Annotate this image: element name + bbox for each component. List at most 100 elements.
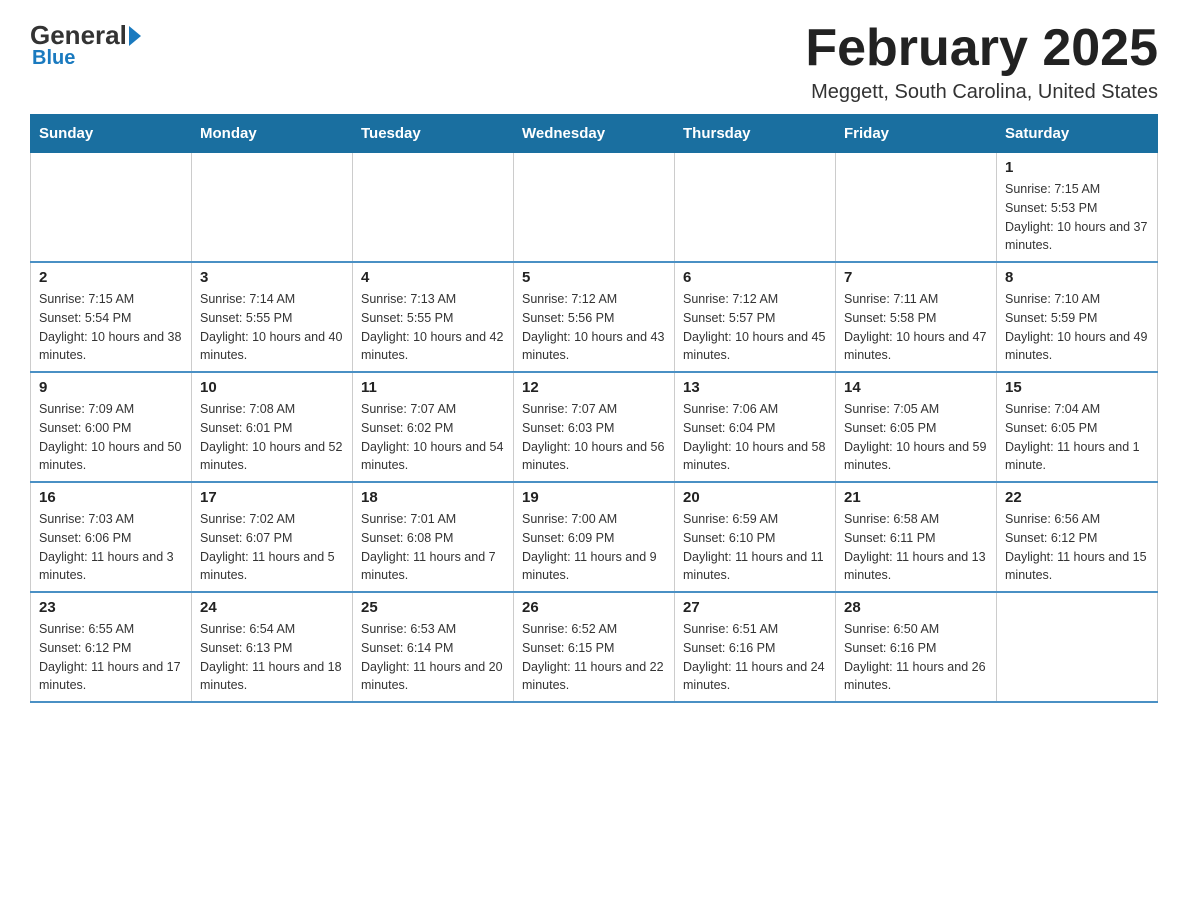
calendar-week-row: 2Sunrise: 7:15 AMSunset: 5:54 PMDaylight…	[31, 262, 1158, 372]
table-row: 20 Sunrise: 6:59 AMSunset: 6:10 PMDayligh…	[675, 482, 836, 592]
day-info: Sunrise: 6:59 AMSunset: 6:10 PMDaylight:…	[683, 510, 827, 585]
day-info: Sunrise: 7:05 AMSunset: 6:05 PMDaylight:…	[844, 400, 988, 475]
day-info: Sunrise: 7:08 AMSunset: 6:01 PMDaylight:…	[200, 400, 344, 475]
title-area: February 2025 Meggett, South Carolina, U…	[805, 20, 1158, 104]
col-monday: Monday	[192, 115, 353, 153]
day-info: Sunrise: 7:07 AMSunset: 6:02 PMDaylight:…	[361, 400, 505, 475]
day-number: 8	[1005, 269, 1149, 286]
day-number: 5	[522, 269, 666, 286]
day-info: Sunrise: 7:12 AMSunset: 5:57 PMDaylight:…	[683, 290, 827, 365]
day-number: 26	[522, 599, 666, 616]
day-info: Sunrise: 7:12 AMSunset: 5:56 PMDaylight:…	[522, 290, 666, 365]
day-info: Sunrise: 7:09 AMSunset: 6:00 PMDaylight:…	[39, 400, 183, 475]
table-row: 21 Sunrise: 6:58 AMSunset: 6:11 PMDayligh…	[836, 482, 997, 592]
day-info: Sunrise: 7:04 AMSunset: 6:05 PMDaylight:…	[1005, 400, 1149, 475]
day-info: Sunrise: 7:02 AMSunset: 6:07 PMDaylight:…	[200, 510, 344, 585]
day-info: Sunrise: 7:07 AMSunset: 6:03 PMDaylight:…	[522, 400, 666, 475]
day-info: Sunrise: 7:11 AMSunset: 5:58 PMDaylight:…	[844, 290, 988, 365]
day-number: 18	[361, 489, 505, 506]
calendar-week-row: 1 Sunrise: 7:15 AMSunset: 5:53 PMDaylight…	[31, 153, 1158, 263]
page-header: General Blue February 2025 Meggett, Sout…	[30, 20, 1158, 104]
table-row	[353, 153, 514, 263]
table-row: 7 Sunrise: 7:11 AMSunset: 5:58 PMDaylight…	[836, 262, 997, 372]
day-info: Sunrise: 6:50 AMSunset: 6:16 PMDaylight:…	[844, 620, 988, 695]
month-title: February 2025	[805, 20, 1158, 77]
day-number: 11	[361, 379, 505, 396]
table-row: 16 Sunrise: 7:03 AMSunset: 6:06 PMDayligh…	[31, 482, 192, 592]
calendar-week-row: 9Sunrise: 7:09 AMSunset: 6:00 PMDaylight…	[31, 372, 1158, 482]
col-thursday: Thursday	[675, 115, 836, 153]
day-number: 14	[844, 379, 988, 396]
table-row	[192, 153, 353, 263]
day-number: 24	[200, 599, 344, 616]
table-row: 12 Sunrise: 7:07 AMSunset: 6:03 PMDayligh…	[514, 372, 675, 482]
table-row	[31, 153, 192, 263]
table-row: 14 Sunrise: 7:05 AMSunset: 6:05 PMDayligh…	[836, 372, 997, 482]
table-row	[514, 153, 675, 263]
table-row: 18Sunrise: 7:01 AMSunset: 6:08 PMDayligh…	[353, 482, 514, 592]
table-row: 6 Sunrise: 7:12 AMSunset: 5:57 PMDaylight…	[675, 262, 836, 372]
logo: General Blue	[30, 20, 145, 70]
day-info: Sunrise: 7:15 AMSunset: 5:54 PMDaylight:…	[39, 290, 183, 365]
day-info: Sunrise: 6:52 AMSunset: 6:15 PMDaylight:…	[522, 620, 666, 695]
table-row: 11 Sunrise: 7:07 AMSunset: 6:02 PMDayligh…	[353, 372, 514, 482]
calendar-week-row: 23 Sunrise: 6:55 AMSunset: 6:12 PMDayligh…	[31, 592, 1158, 702]
day-number: 10	[200, 379, 344, 396]
day-info: Sunrise: 6:51 AMSunset: 6:16 PMDaylight:…	[683, 620, 827, 695]
day-number: 6	[683, 269, 827, 286]
table-row: 17Sunrise: 7:02 AMSunset: 6:07 PMDayligh…	[192, 482, 353, 592]
day-number: 16	[39, 489, 183, 506]
day-number: 21	[844, 489, 988, 506]
table-row: 15 Sunrise: 7:04 AMSunset: 6:05 PMDayligh…	[997, 372, 1158, 482]
table-row: 26 Sunrise: 6:52 AMSunset: 6:15 PMDayligh…	[514, 592, 675, 702]
table-row: 10 Sunrise: 7:08 AMSunset: 6:01 PMDayligh…	[192, 372, 353, 482]
col-tuesday: Tuesday	[353, 115, 514, 153]
day-number: 27	[683, 599, 827, 616]
day-info: Sunrise: 6:58 AMSunset: 6:11 PMDaylight:…	[844, 510, 988, 585]
table-row: 22 Sunrise: 6:56 AMSunset: 6:12 PMDayligh…	[997, 482, 1158, 592]
day-number: 20	[683, 489, 827, 506]
table-row: 5 Sunrise: 7:12 AMSunset: 5:56 PMDaylight…	[514, 262, 675, 372]
day-number: 7	[844, 269, 988, 286]
col-sunday: Sunday	[31, 115, 192, 153]
day-info: Sunrise: 7:15 AMSunset: 5:53 PMDaylight:…	[1005, 180, 1149, 255]
logo-blue: Blue	[32, 47, 75, 70]
calendar-table: Sunday Monday Tuesday Wednesday Thursday…	[30, 114, 1158, 703]
day-number: 13	[683, 379, 827, 396]
logo-arrow-icon	[129, 26, 141, 46]
day-number: 19	[522, 489, 666, 506]
day-info: Sunrise: 7:06 AMSunset: 6:04 PMDaylight:…	[683, 400, 827, 475]
location-title: Meggett, South Carolina, United States	[805, 81, 1158, 104]
day-number: 1	[1005, 159, 1149, 176]
table-row	[675, 153, 836, 263]
calendar-header-row: Sunday Monday Tuesday Wednesday Thursday…	[31, 115, 1158, 153]
table-row: 24Sunrise: 6:54 AMSunset: 6:13 PMDayligh…	[192, 592, 353, 702]
day-info: Sunrise: 6:56 AMSunset: 6:12 PMDaylight:…	[1005, 510, 1149, 585]
day-number: 4	[361, 269, 505, 286]
day-info: Sunrise: 6:55 AMSunset: 6:12 PMDaylight:…	[39, 620, 183, 695]
table-row: 4Sunrise: 7:13 AMSunset: 5:55 PMDaylight…	[353, 262, 514, 372]
calendar-week-row: 16 Sunrise: 7:03 AMSunset: 6:06 PMDayligh…	[31, 482, 1158, 592]
col-saturday: Saturday	[997, 115, 1158, 153]
table-row: 25 Sunrise: 6:53 AMSunset: 6:14 PMDayligh…	[353, 592, 514, 702]
day-number: 25	[361, 599, 505, 616]
day-number: 28	[844, 599, 988, 616]
day-number: 15	[1005, 379, 1149, 396]
table-row: 3Sunrise: 7:14 AMSunset: 5:55 PMDaylight…	[192, 262, 353, 372]
table-row: 27 Sunrise: 6:51 AMSunset: 6:16 PMDayligh…	[675, 592, 836, 702]
day-number: 3	[200, 269, 344, 286]
table-row: 8 Sunrise: 7:10 AMSunset: 5:59 PMDaylight…	[997, 262, 1158, 372]
day-info: Sunrise: 7:03 AMSunset: 6:06 PMDaylight:…	[39, 510, 183, 585]
day-number: 23	[39, 599, 183, 616]
day-info: Sunrise: 6:53 AMSunset: 6:14 PMDaylight:…	[361, 620, 505, 695]
table-row	[997, 592, 1158, 702]
table-row: 2Sunrise: 7:15 AMSunset: 5:54 PMDaylight…	[31, 262, 192, 372]
table-row: 23 Sunrise: 6:55 AMSunset: 6:12 PMDayligh…	[31, 592, 192, 702]
table-row: 13 Sunrise: 7:06 AMSunset: 6:04 PMDayligh…	[675, 372, 836, 482]
table-row	[836, 153, 997, 263]
day-number: 22	[1005, 489, 1149, 506]
table-row: 9Sunrise: 7:09 AMSunset: 6:00 PMDaylight…	[31, 372, 192, 482]
table-row: 19Sunrise: 7:00 AMSunset: 6:09 PMDayligh…	[514, 482, 675, 592]
day-number: 12	[522, 379, 666, 396]
day-info: Sunrise: 7:10 AMSunset: 5:59 PMDaylight:…	[1005, 290, 1149, 365]
